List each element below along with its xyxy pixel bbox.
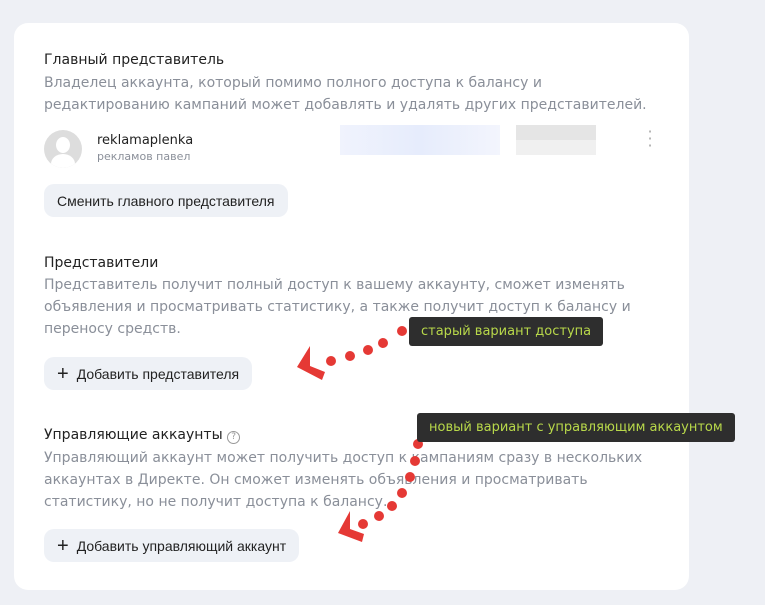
annotation-arrows	[297, 326, 423, 542]
arrow-old	[297, 326, 407, 380]
arrow-new	[338, 439, 423, 542]
annotation-old-access: старый вариант доступа	[409, 317, 604, 346]
annotation-new-access: новый вариант с управляющим аккаунтом	[417, 413, 735, 442]
